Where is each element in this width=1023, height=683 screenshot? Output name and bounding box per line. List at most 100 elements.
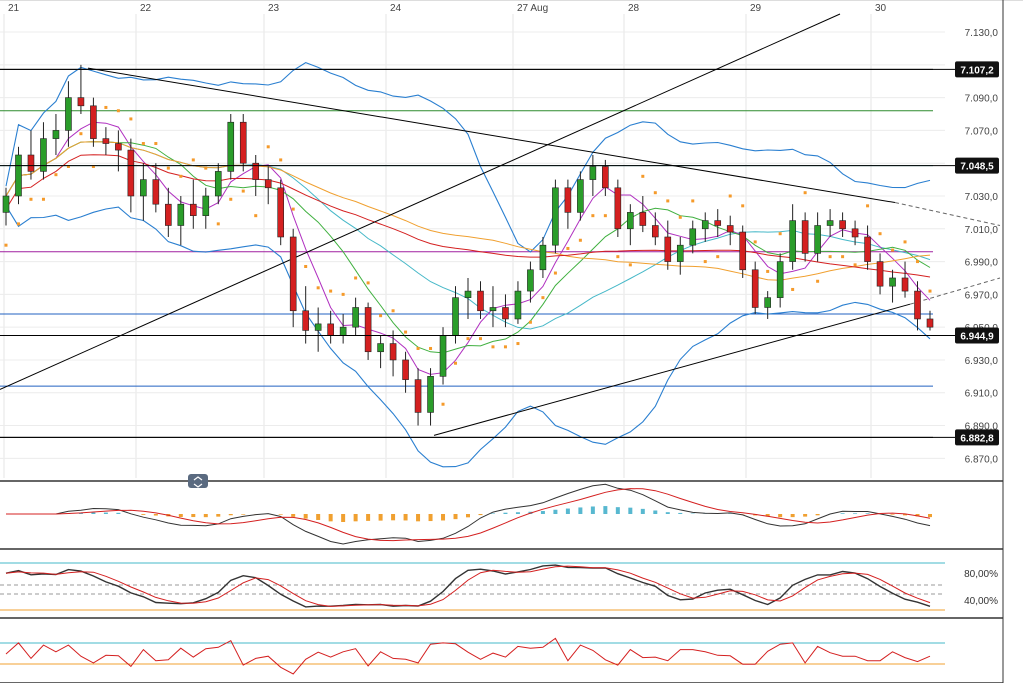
sar-dot: [216, 222, 220, 226]
macd-bar: [228, 514, 233, 516]
price-box-label: 6.944,9: [960, 332, 994, 343]
candle-body: [140, 179, 147, 197]
macd-bar: [91, 512, 96, 514]
macd-bar: [353, 514, 358, 522]
candle-body: [839, 220, 846, 230]
x-tick-label: 22: [140, 3, 152, 14]
x-tick-label: 27 Aug: [517, 3, 548, 14]
candle-body: [502, 307, 509, 320]
sar-dot: [566, 246, 570, 250]
macd-bar: [216, 514, 221, 517]
candle-body: [714, 220, 722, 226]
macd-bar: [840, 513, 845, 514]
sar-dot: [154, 142, 158, 146]
candle-body: [277, 187, 285, 238]
y-tick-label: 7.070,0: [965, 126, 999, 137]
sar-dot: [691, 199, 695, 203]
x-tick-label: 28: [628, 3, 640, 14]
candle-body: [389, 343, 397, 361]
candle-body: [402, 359, 409, 380]
macd-bar: [490, 513, 495, 514]
candle-body: [314, 323, 322, 331]
candle-body: [814, 225, 821, 254]
sar-dot: [641, 174, 645, 178]
sar-dot: [766, 269, 770, 273]
sar-dot: [141, 142, 145, 146]
sar-dot: [791, 287, 795, 291]
candle-body: [464, 290, 472, 298]
candle-body: [689, 228, 697, 246]
sar-dot: [16, 222, 20, 226]
scroll-handle[interactable]: [188, 474, 208, 488]
candle-body: [177, 203, 185, 226]
sar-dot: [404, 330, 408, 334]
sar-dot: [204, 166, 208, 170]
macd-bar: [628, 507, 633, 514]
candle-body: [377, 343, 384, 353]
candle-body: [352, 307, 359, 328]
candle-body: [876, 261, 884, 287]
candle-body: [339, 326, 347, 336]
candle-body: [264, 179, 272, 189]
candle-body: [302, 310, 309, 331]
candle-body: [889, 277, 896, 287]
candle-body: [289, 236, 297, 312]
candle-body: [926, 318, 934, 328]
macd-bar: [403, 514, 408, 521]
candle-body: [651, 225, 659, 238]
macd-bar: [553, 509, 558, 514]
candle-body: [239, 121, 247, 164]
macd-bar: [653, 510, 658, 514]
candle-body: [414, 379, 422, 413]
sar-dot: [166, 166, 170, 170]
price-box-label: 7.107,2: [960, 65, 994, 76]
sar-dot: [304, 264, 308, 268]
sar-dot: [29, 197, 33, 201]
macd-bar: [790, 514, 795, 518]
sar-dot: [4, 243, 8, 247]
candle-body: [801, 220, 809, 254]
candle-body: [52, 130, 60, 139]
x-tick-label: 24: [390, 3, 402, 14]
momentum-line: [5, 637, 931, 675]
sar-dot: [454, 361, 458, 365]
sar-dot: [603, 214, 607, 218]
sar-dot: [329, 289, 333, 293]
candle-body: [776, 261, 784, 298]
macd-bar: [778, 514, 783, 518]
candle-body: [864, 236, 871, 262]
macd-bar: [341, 514, 346, 522]
candle-body: [602, 166, 609, 189]
sar-dot: [828, 255, 832, 259]
sar-dot: [354, 276, 358, 280]
sar-dot: [416, 346, 420, 350]
macd-bar: [328, 514, 333, 522]
macd-bar: [116, 512, 121, 514]
y-tick-label: 7.130,0: [965, 28, 999, 39]
y-axis: 7.130,07.110,07.090,07.070,07.050,07.030…: [965, 28, 999, 465]
macd-bar: [565, 508, 570, 514]
sar-dot: [516, 342, 520, 346]
sar-dot: [79, 132, 83, 136]
macd-bar: [453, 514, 458, 520]
candle-body: [427, 376, 434, 413]
macd-bar: [615, 507, 620, 514]
sar-dot: [503, 345, 507, 349]
sar-dot: [653, 191, 657, 195]
sar-dot: [541, 296, 545, 300]
sar-dot: [803, 191, 807, 195]
macd-bar: [303, 514, 308, 519]
candle-body: [115, 143, 122, 151]
sar-dot: [254, 214, 258, 218]
candle-body: [901, 277, 909, 292]
sar-dot: [703, 260, 707, 264]
candle-body: [826, 220, 834, 226]
sar-dot: [491, 345, 495, 349]
candle-body: [489, 307, 497, 312]
candle-body: [364, 307, 372, 353]
candle-body: [664, 236, 672, 262]
x-axis: 21 22 23 24 27 Aug 28 29 30: [8, 3, 887, 14]
y-tick-label: 6.930,0: [965, 356, 999, 367]
macd-bar: [515, 512, 520, 514]
macd-bar: [815, 514, 820, 516]
